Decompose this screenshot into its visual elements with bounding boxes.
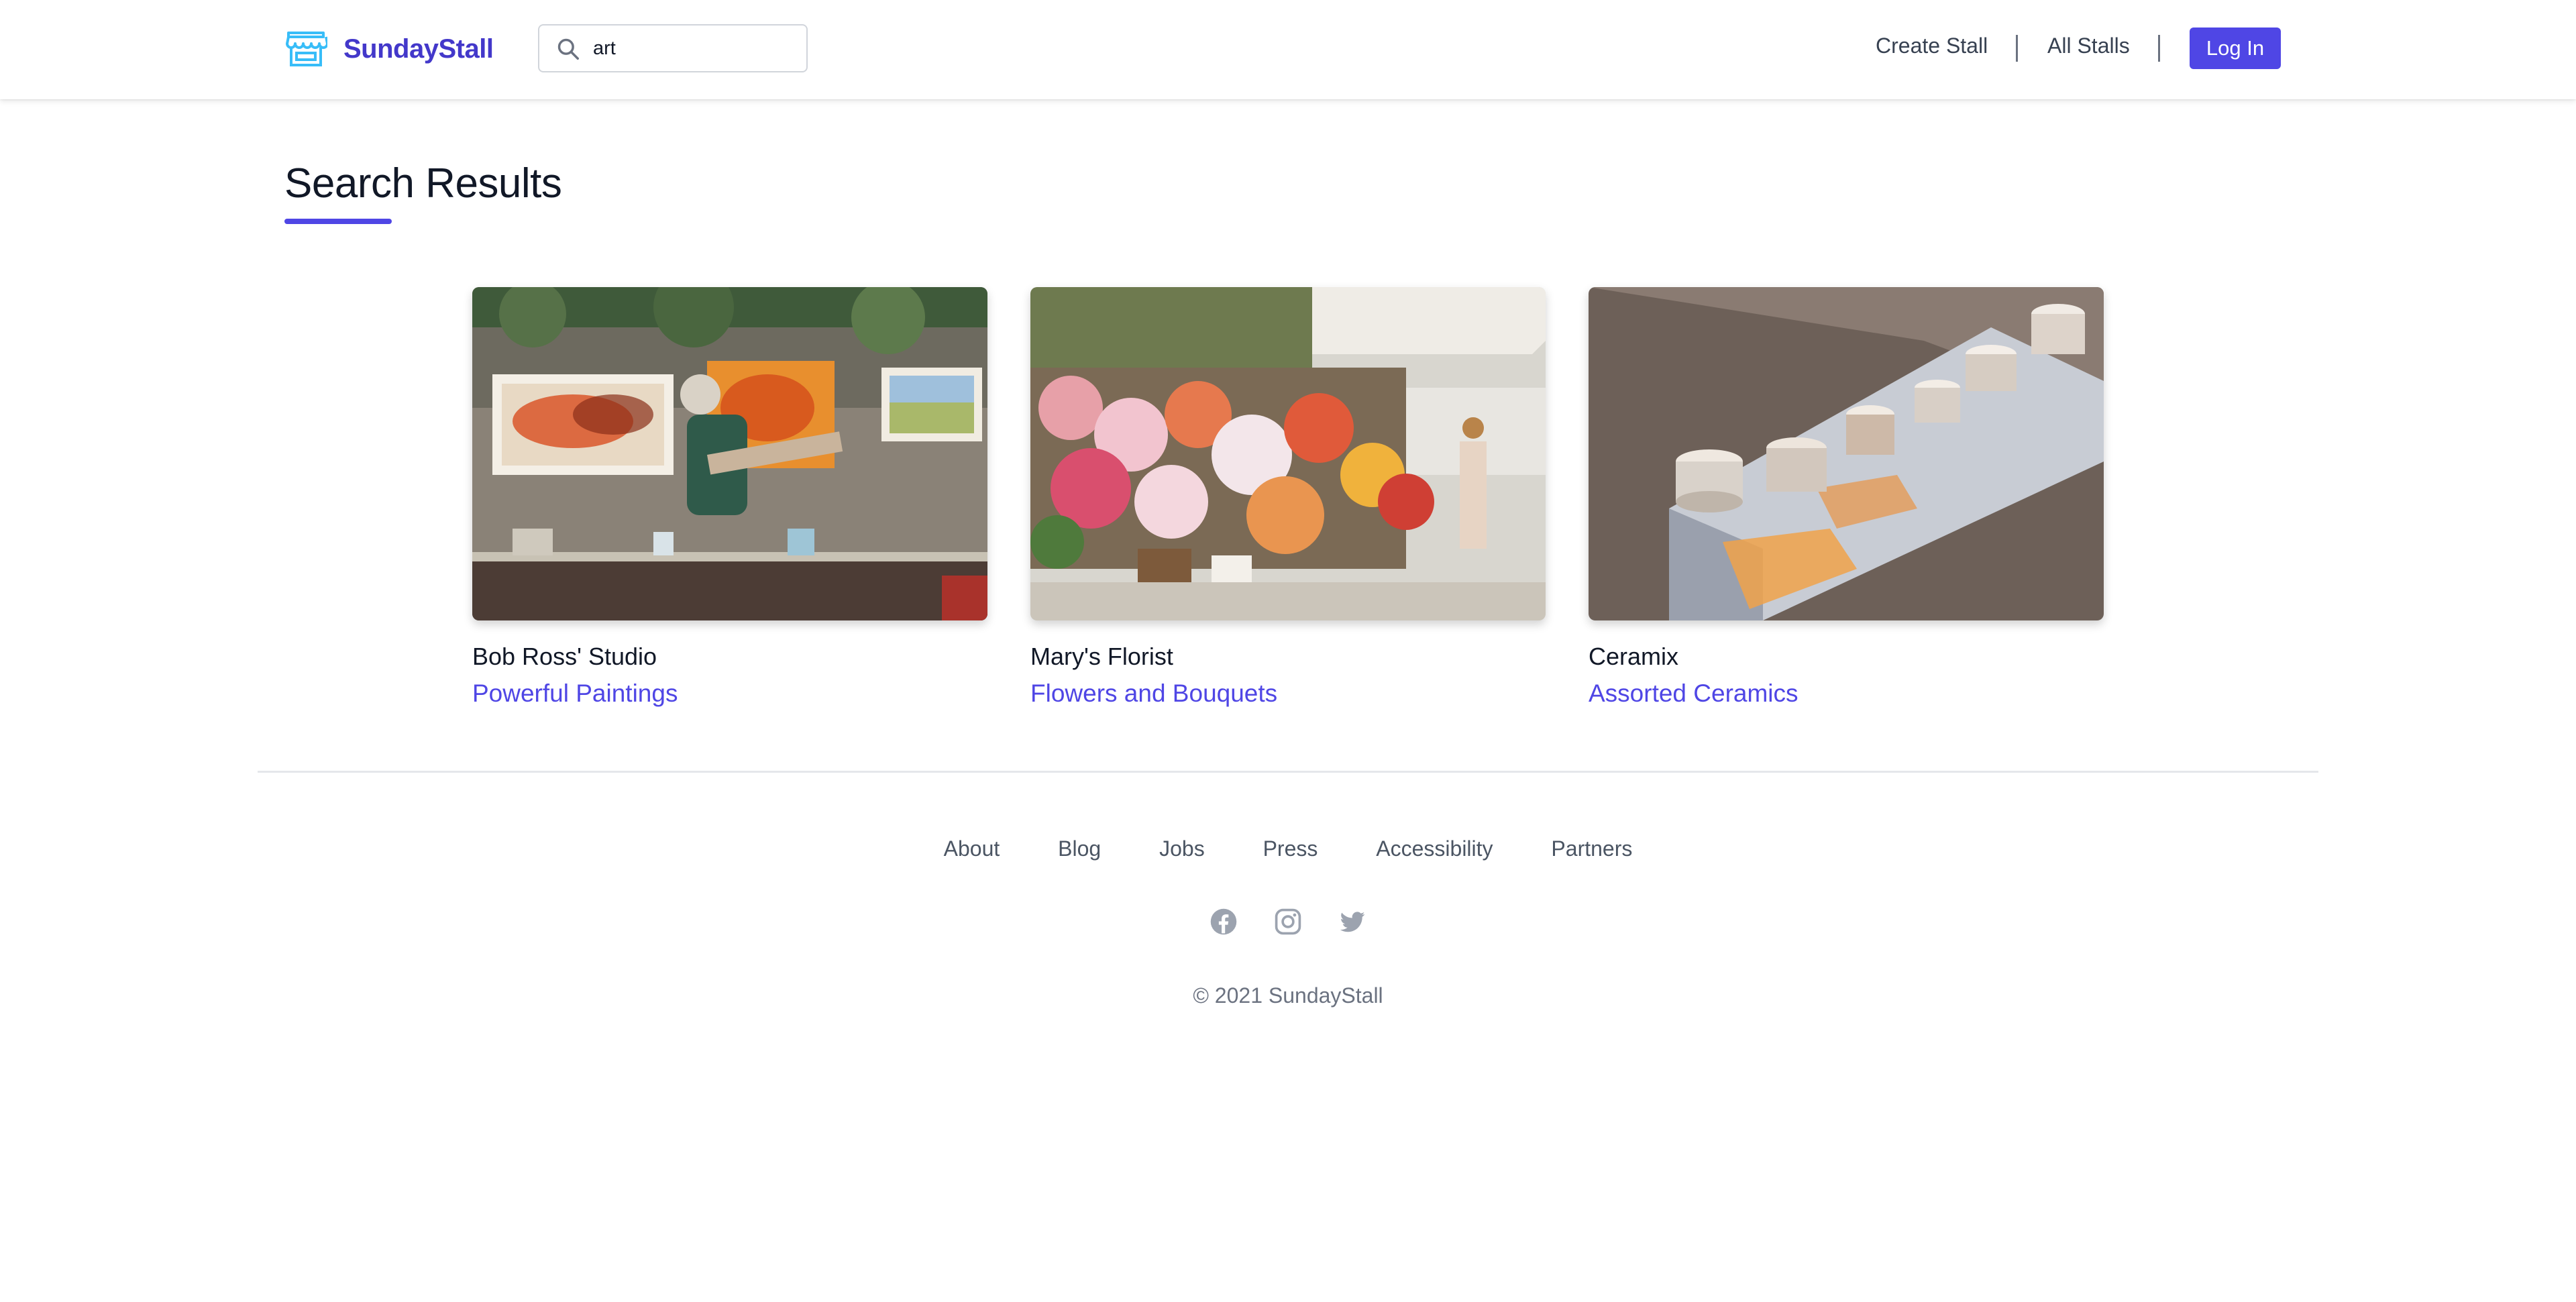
stall-name[interactable]: Bob Ross' Studio: [472, 642, 987, 671]
facebook-icon[interactable]: [1209, 907, 1238, 936]
footer-link-accessibility[interactable]: Accessibility: [1376, 836, 1493, 861]
login-button[interactable]: Log In: [2190, 28, 2281, 69]
nav-create-stall[interactable]: Create Stall: [1876, 34, 1988, 58]
footer-link-blog[interactable]: Blog: [1058, 836, 1101, 861]
stall-category-link[interactable]: Powerful Paintings: [472, 678, 678, 709]
nav-divider: [2016, 35, 2018, 62]
instagram-icon[interactable]: [1273, 907, 1303, 936]
stall-card[interactable]: Bob Ross' Studio Powerful Paintings: [472, 287, 987, 709]
stall-name[interactable]: Ceramix: [1589, 642, 2104, 671]
page-title: Search Results: [284, 160, 562, 207]
nav-divider: [2158, 35, 2160, 62]
title-underline: [284, 219, 392, 224]
social-links: [0, 907, 2576, 936]
stall-image-ceramics[interactable]: [1589, 287, 2104, 620]
stall-card[interactable]: Ceramix Assorted Ceramics: [1589, 287, 2104, 709]
market-stall-icon: [286, 32, 327, 66]
twitter-icon[interactable]: [1338, 907, 1367, 936]
search-icon: [557, 38, 579, 60]
footer-link-press[interactable]: Press: [1263, 836, 1318, 861]
stall-image-painter[interactable]: [472, 287, 987, 620]
nav-all-stalls[interactable]: All Stalls: [2047, 34, 2130, 58]
brand-name: SundayStall: [343, 34, 494, 64]
footer-nav: About Blog Jobs Press Accessibility Part…: [0, 836, 2576, 861]
stall-image-florist[interactable]: [1030, 287, 1546, 620]
top-navbar: SundayStall Create Stall All Stalls Log …: [0, 0, 2576, 99]
footer-divider: [258, 771, 2318, 773]
stall-category-link[interactable]: Assorted Ceramics: [1589, 678, 1799, 709]
search-box: [538, 24, 808, 72]
copyright-text: © 2021 SundayStall: [1193, 983, 1383, 1008]
stall-category-link[interactable]: Flowers and Bouquets: [1030, 678, 1277, 709]
footer-link-partners[interactable]: Partners: [1551, 836, 1632, 861]
footer-link-about[interactable]: About: [944, 836, 1000, 861]
brand-home-link[interactable]: SundayStall: [284, 25, 494, 72]
search-input[interactable]: [593, 31, 794, 66]
stall-name[interactable]: Mary's Florist: [1030, 642, 1546, 671]
stall-card[interactable]: Mary's Florist Flowers and Bouquets: [1030, 287, 1546, 709]
footer-link-jobs[interactable]: Jobs: [1159, 836, 1205, 861]
